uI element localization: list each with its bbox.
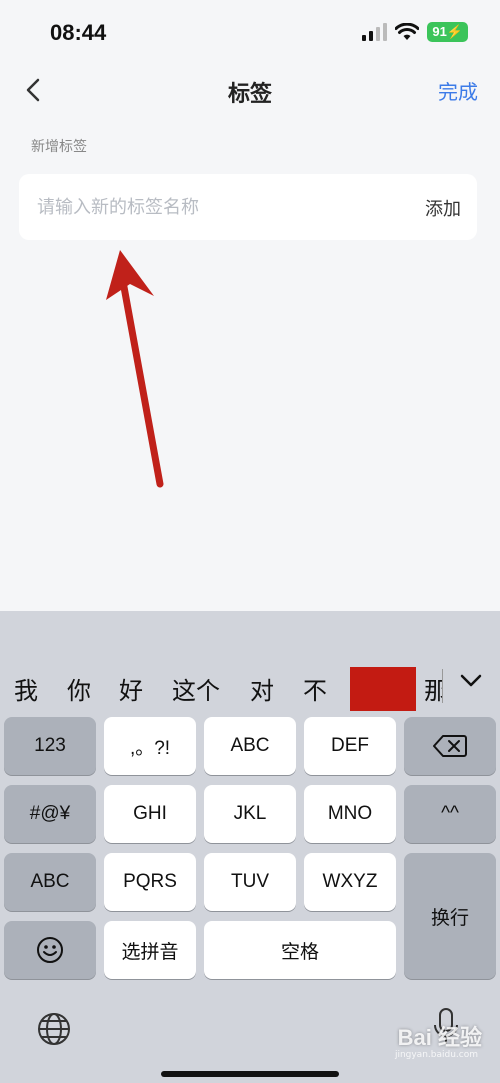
redaction-box <box>350 667 416 711</box>
page-title: 标签 <box>227 82 272 107</box>
candidate-item[interactable]: 这个 <box>172 671 220 706</box>
key-mno[interactable]: MNO <box>304 785 396 843</box>
cellular-signal-icon <box>362 23 388 41</box>
status-icons: 91⚡ <box>361 22 468 42</box>
candidate-item[interactable]: 好 <box>119 671 143 706</box>
wifi-icon <box>395 23 420 40</box>
emoji-icon <box>37 937 63 963</box>
candidate-item[interactable]: 不 <box>303 671 327 706</box>
emoji-key[interactable] <box>4 921 96 979</box>
key-wxyz[interactable]: WXYZ <box>304 853 396 911</box>
key-abc[interactable]: ABC <box>204 717 296 775</box>
delete-backward-icon <box>433 735 467 757</box>
candidate-divider <box>442 669 443 703</box>
charging-icon: ⚡ <box>446 24 463 39</box>
candidate-item[interactable]: 那 <box>424 671 442 706</box>
key-punctuation[interactable]: ,。?! <box>104 717 196 775</box>
watermark-logo: Bai 经验 <box>397 1025 482 1050</box>
new-tag-card: 添加 <box>19 174 477 240</box>
keyboard: 我 你 好 这个 对 不 那 123 ,。?! ABC DEF #@¥ GHI … <box>0 611 500 1083</box>
space-key[interactable]: 空格 <box>204 921 396 979</box>
key-tuv[interactable]: TUV <box>204 853 296 911</box>
backspace-key[interactable] <box>404 717 496 775</box>
nav-bar: 标签 完成 <box>0 66 500 114</box>
key-def[interactable]: DEF <box>304 717 396 775</box>
add-tag-button[interactable]: 添加 <box>425 195 461 221</box>
key-select-pinyin[interactable]: 选拼音 <box>104 921 196 979</box>
return-key[interactable]: 换行 <box>404 853 496 979</box>
watermark-url: jingyan.baidu.com <box>394 1050 478 1060</box>
status-bar: 08:44 91⚡ <box>0 0 500 66</box>
key-ghi[interactable]: GHI <box>104 785 196 843</box>
candidate-item[interactable]: 我 <box>14 671 38 706</box>
candidate-bar: 我 你 好 这个 对 不 那 <box>0 611 500 711</box>
key-pqrs[interactable]: PQRS <box>104 853 196 911</box>
battery-level: 91 <box>432 24 447 39</box>
key-emoticon[interactable]: ^^ <box>404 785 496 843</box>
chevron-down-icon[interactable] <box>458 667 484 693</box>
key-jkl[interactable]: JKL <box>204 785 296 843</box>
key-symbols[interactable]: #@¥ <box>4 785 96 843</box>
section-label-new-tag: 新增标签 <box>31 139 87 155</box>
done-button[interactable]: 完成 <box>438 76 478 105</box>
key-abc-switch[interactable]: ABC <box>4 853 96 911</box>
battery-indicator: 91⚡ <box>427 22 468 42</box>
globe-icon[interactable] <box>36 1011 72 1047</box>
status-time: 08:44 <box>50 20 107 45</box>
home-indicator <box>161 1071 339 1077</box>
annotation-arrow-icon <box>106 250 164 488</box>
candidate-item[interactable]: 你 <box>67 671 91 706</box>
key-123[interactable]: 123 <box>4 717 96 775</box>
candidate-item[interactable]: 对 <box>250 671 274 706</box>
tag-name-input[interactable] <box>37 192 397 222</box>
